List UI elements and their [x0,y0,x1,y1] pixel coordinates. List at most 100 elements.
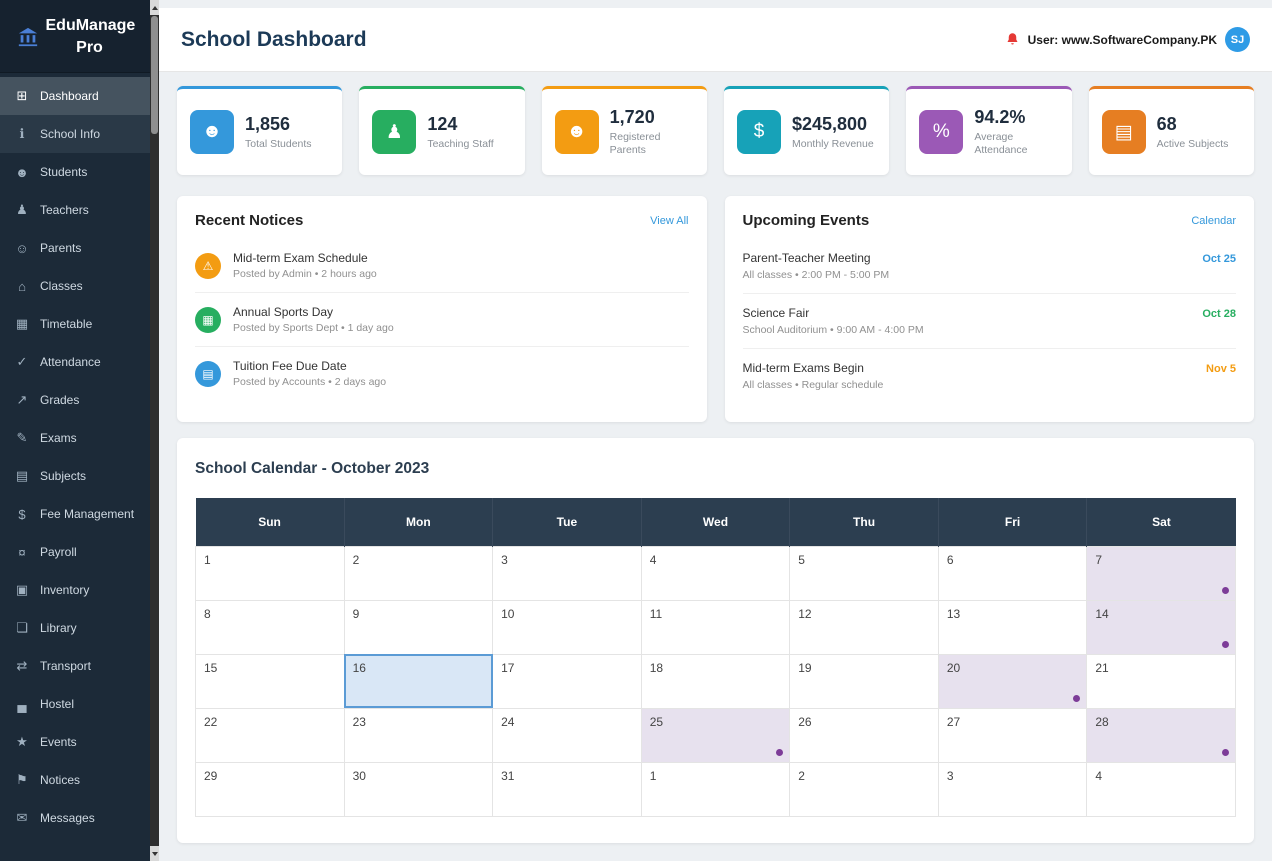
calendar-day[interactable]: 12 [789,599,939,655]
day-number: 3 [501,552,508,567]
calendar-day[interactable]: 10 [492,599,642,655]
sidebar-item-grades[interactable]: ↗ Grades [0,381,150,419]
sidebar-item-label: Events [40,735,77,750]
sidebar-item-dashboard[interactable]: ⊞ Dashboard [0,77,150,116]
calendar-day[interactable]: 4 [1086,761,1236,817]
notice-item[interactable]: ▤ Tuition Fee Due Date Posted by Account… [195,347,689,400]
sidebar-item-payroll[interactable]: ¤ Payroll [0,533,150,571]
sidebar-item-label: Inventory [40,583,90,598]
sidebar-item-label: Payroll [40,545,77,560]
sidebar-item-teachers[interactable]: ♟ Teachers [0,191,150,229]
calendar-day[interactable]: 27 [937,707,1088,763]
calendar-day[interactable]: 20 [937,653,1088,709]
sidebar-item-attendance[interactable]: ✓ Attendance [0,343,150,381]
calendar-day[interactable]: 2 [789,761,939,817]
hostel-icon: ▄ [17,696,27,712]
day-number: 1 [649,768,657,783]
event-item[interactable]: Mid-term Exams Begin All classes • Regul… [743,349,1237,403]
main-content: School Dashboard User: www.SoftwareCompa… [159,0,1272,861]
notice-meta: Posted by Accounts • 2 days ago [233,376,387,389]
calendar-day[interactable]: 28 [1086,707,1236,763]
calendar-day[interactable]: 7 [1086,545,1236,601]
calendar-day[interactable]: 31 [492,761,642,817]
panel-header: Upcoming Events Calendar [743,212,1237,229]
sidebar-item-students[interactable]: ☻ Students [0,153,150,191]
calendar-day[interactable]: 22 [195,707,345,763]
calendar-day[interactable]: 6 [937,545,1088,601]
sidebar-item-library[interactable]: ❏ Library [0,609,150,647]
sidebar-item-subjects[interactable]: ▤ Subjects [0,457,150,495]
view-all-link[interactable]: View All [650,215,688,227]
stat-card-active-subjects: ▤ 68 Active Subjects [1088,86,1254,176]
event-item[interactable]: Parent-Teacher Meeting All classes • 2:0… [742,239,1236,295]
calendar-day[interactable]: 18 [640,653,791,709]
calendar-day[interactable]: 8 [195,599,345,655]
calendar-day[interactable]: 14 [1086,599,1236,655]
scrollbar-thumb[interactable] [151,16,158,134]
sidebar-item-timetable[interactable]: ▦ Timetable [0,305,150,343]
sidebar-item-events[interactable]: ★ Events [0,723,150,761]
calendar-day[interactable]: 29 [195,761,345,817]
day-number: 21 [1095,660,1109,675]
app-root: EduManage Pro ⊞ Dashboard ℹ School Info … [0,0,1272,861]
calendar-day[interactable]: 24 [492,707,642,763]
app-logo: EduManage Pro [0,0,150,74]
calendar-day[interactable]: 2 [343,545,494,601]
sidebar: EduManage Pro ⊞ Dashboard ℹ School Info … [0,0,150,861]
calendar-link[interactable]: Calendar [1191,215,1236,227]
sidebar-item-messages[interactable]: ✉ Messages [0,799,150,837]
sidebar-item-notices[interactable]: ⚑ Notices [0,761,150,799]
payroll-icon: ¤ [18,544,26,560]
calendar-day[interactable]: 3 [937,761,1088,817]
scroll-down-button[interactable] [150,846,159,861]
calendar-day[interactable]: 15 [195,653,345,709]
day-number: 30 [352,768,366,783]
arrow-down-icon [151,851,158,856]
calendar-day[interactable]: 30 [343,761,494,817]
page-title: School Dashboard [181,27,367,51]
calendar-day[interactable]: 5 [789,545,939,601]
calendar-day[interactable]: 19 [789,653,939,709]
sidebar-item-parents[interactable]: ☺ Parents [0,229,150,267]
calendar-day[interactable]: 9 [343,599,494,655]
calendar-day-today[interactable]: 16 [343,653,494,709]
arrow-up-icon [151,5,158,10]
sidebar-scrollbar[interactable] [150,0,159,861]
event-item[interactable]: Science Fair School Auditorium • 9:00 AM… [742,294,1236,350]
notification-bell-icon[interactable] [1005,32,1020,47]
sidebar-item-fee-management[interactable]: $ Fee Management [0,495,150,533]
calendar-title: School Calendar - October 2023 [195,460,430,478]
calendar-day[interactable]: 13 [937,599,1088,655]
notice-item[interactable]: ⚠ Mid-term Exam Schedule Posted by Admin… [195,239,689,294]
sidebar-item-label: Exams [40,431,77,446]
calendar-day[interactable]: 1 [640,761,791,817]
calendar-header-row: Sun Mon Tue Wed Thu Fri Sat [195,498,1236,547]
sidebar-item-exams[interactable]: ✎ Exams [0,419,150,457]
calendar-day[interactable]: 11 [640,599,791,655]
calendar-day[interactable]: 21 [1086,653,1236,709]
sidebar-item-inventory[interactable]: ▣ Inventory [0,571,150,609]
sidebar-item-classes[interactable]: ⌂ Classes [0,267,150,305]
teacher-icon: ♟ [372,110,417,155]
parents-icon: ☺ [15,240,29,256]
sidebar-item-transport[interactable]: ⇄ Transport [0,647,150,685]
school-calendar-table: Sun Mon Tue Wed Thu Fri Sat 1 2 3 4 5 6 … [195,498,1236,817]
calendar-day[interactable]: 25 [640,707,791,763]
scroll-up-button[interactable] [150,0,159,15]
sidebar-item-hostel[interactable]: ▄ Hostel [0,685,150,723]
event-meta: All classes • 2:00 PM - 5:00 PM [742,269,890,282]
sidebar-item-school-info[interactable]: ℹ School Info [0,115,150,154]
calendar-day[interactable]: 23 [343,707,494,763]
notice-item[interactable]: ▦ Annual Sports Day Posted by Sports Dep… [195,293,689,348]
user-avatar[interactable]: SJ [1225,27,1250,52]
calendar-day[interactable]: 17 [492,653,642,709]
day-number: 8 [204,606,211,621]
notice-title: Annual Sports Day [233,305,334,320]
calendar-day[interactable]: 1 [195,545,345,601]
panels-row: Recent Notices View All ⚠ Mid-term Exam … [177,196,1254,423]
stat-value: 68 [1156,113,1177,134]
calendar-day[interactable]: 3 [492,545,642,601]
calendar-day[interactable]: 26 [789,707,939,763]
notice-meta: Posted by Sports Dept • 1 day ago [233,322,394,335]
calendar-day[interactable]: 4 [640,545,791,601]
